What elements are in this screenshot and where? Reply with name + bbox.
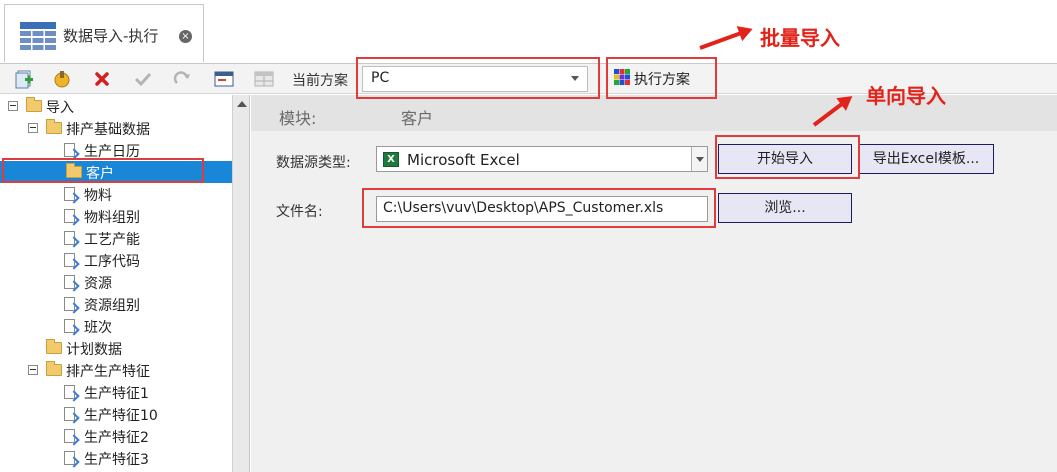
browse-button[interactable]: 浏览... bbox=[718, 193, 852, 223]
main-panel: 模块: 客户 数据源类型: X Microsoft Excel 开始导入 导出E… bbox=[251, 95, 1057, 472]
tree-item-label: 生产特征10 bbox=[84, 408, 158, 424]
tree-item[interactable]: 计划数据 bbox=[0, 337, 232, 359]
start-import-button[interactable]: 开始导入 bbox=[718, 144, 852, 174]
tree-item[interactable]: 物料 bbox=[0, 183, 232, 205]
delete-icon[interactable] bbox=[90, 67, 114, 91]
module-label: 模块: bbox=[279, 109, 317, 128]
color-grid-icon bbox=[614, 69, 630, 89]
tree-item[interactable]: 客户 bbox=[0, 161, 232, 183]
tree-item-label: 生产日历 bbox=[84, 144, 140, 160]
document-icon bbox=[64, 451, 75, 465]
tree-item[interactable]: 排产基础数据 bbox=[0, 117, 232, 139]
document-icon bbox=[64, 187, 75, 201]
module-value: 客户 bbox=[401, 109, 434, 128]
scheme-label: 当前方案 bbox=[292, 73, 348, 89]
folder-icon bbox=[66, 163, 82, 178]
add-icon[interactable] bbox=[12, 67, 36, 91]
scheme-value: PC bbox=[371, 70, 390, 86]
tree-item[interactable]: 班次 bbox=[0, 315, 232, 337]
chevron-down-icon[interactable] bbox=[691, 147, 707, 171]
tree-item-label: 物料组别 bbox=[84, 210, 140, 226]
window-icon[interactable] bbox=[212, 67, 236, 91]
tree-item[interactable]: 生产特征10 bbox=[0, 403, 232, 425]
tab-title: 数据导入-执行 bbox=[63, 27, 159, 45]
tree-item-label: 工序代码 bbox=[84, 254, 140, 270]
file-name-label: 文件名: bbox=[276, 204, 323, 220]
tree-item[interactable]: 导入 bbox=[0, 95, 232, 117]
folder-icon bbox=[46, 119, 62, 134]
document-icon bbox=[64, 253, 75, 267]
collapse-toggle-icon[interactable] bbox=[28, 123, 38, 133]
scroll-up-icon[interactable] bbox=[237, 101, 247, 107]
document-icon bbox=[64, 231, 75, 245]
tab-data-import[interactable]: 数据导入-执行 × bbox=[4, 4, 204, 62]
tree-item[interactable]: 物料组别 bbox=[0, 205, 232, 227]
document-icon bbox=[64, 297, 75, 311]
folder-icon bbox=[46, 339, 62, 354]
tree-item-label: 客户 bbox=[86, 166, 114, 182]
tree-item-label: 生产特征1 bbox=[84, 386, 149, 402]
tree-item-label: 工艺产能 bbox=[84, 232, 140, 248]
excel-icon: X bbox=[383, 152, 399, 167]
check-icon[interactable] bbox=[131, 67, 155, 91]
close-icon[interactable]: × bbox=[179, 30, 192, 43]
export-template-button[interactable]: 导出Excel模板... bbox=[858, 144, 994, 174]
collapse-toggle-icon[interactable] bbox=[28, 365, 38, 375]
scheme-select[interactable]: PC bbox=[362, 66, 588, 92]
tree-item-label: 排产基础数据 bbox=[66, 122, 150, 138]
edit-icon[interactable] bbox=[50, 67, 74, 91]
tab-bar: 数据导入-执行 × bbox=[0, 0, 1057, 64]
grid-table-icon bbox=[19, 21, 57, 51]
document-icon bbox=[64, 209, 75, 223]
source-type-value: Microsoft Excel bbox=[407, 151, 520, 169]
folder-icon bbox=[46, 361, 62, 376]
file-path-input[interactable]: C:\Users\vuv\Desktop\APS_Customer.xls bbox=[376, 196, 708, 222]
tree-item-label: 物料 bbox=[84, 188, 112, 204]
annotation-single-import: 单向导入 bbox=[866, 84, 946, 108]
tree-item-label: 计划数据 bbox=[66, 342, 122, 358]
annotation-batch-import: 批量导入 bbox=[760, 26, 840, 50]
tree-item[interactable]: 资源 bbox=[0, 271, 232, 293]
tree-item-label: 班次 bbox=[84, 320, 112, 336]
document-icon bbox=[64, 319, 75, 333]
tree-item-label: 资源组别 bbox=[84, 298, 140, 314]
tree-item[interactable]: 排产生产特征 bbox=[0, 359, 232, 381]
tree-item[interactable]: 生产特征3 bbox=[0, 447, 232, 469]
tree-item[interactable]: 生产日历 bbox=[0, 139, 232, 161]
collapse-toggle-icon[interactable] bbox=[8, 101, 18, 111]
tree-item[interactable]: 资源组别 bbox=[0, 293, 232, 315]
source-type-label: 数据源类型: bbox=[276, 155, 351, 171]
tree-item-label: 生产特征3 bbox=[84, 452, 149, 468]
folder-icon bbox=[26, 97, 42, 112]
tree-item-label: 资源 bbox=[84, 276, 112, 292]
tree-item-label: 生产特征2 bbox=[84, 430, 149, 446]
document-icon bbox=[64, 385, 75, 399]
module-tree: 导入排产基础数据生产日历客户物料物料组别工艺产能工序代码资源资源组别班次计划数据… bbox=[0, 95, 250, 472]
tree-item[interactable]: 工序代码 bbox=[0, 249, 232, 271]
chevron-down-icon bbox=[571, 76, 579, 81]
tree-item[interactable]: 生产特征1 bbox=[0, 381, 232, 403]
table-icon[interactable] bbox=[252, 67, 276, 91]
tree-scrollbar[interactable] bbox=[232, 95, 249, 472]
source-type-select[interactable]: X Microsoft Excel bbox=[376, 146, 708, 172]
tree-item-label: 排产生产特征 bbox=[66, 364, 150, 380]
document-icon bbox=[64, 275, 75, 289]
document-icon bbox=[64, 429, 75, 443]
tree-item-label: 导入 bbox=[46, 100, 74, 116]
execute-scheme-label: 执行方案 bbox=[634, 72, 690, 88]
tree-item[interactable]: 生产特征2 bbox=[0, 425, 232, 447]
document-icon bbox=[64, 143, 75, 157]
execute-scheme-button[interactable]: 执行方案 bbox=[610, 66, 694, 92]
redo-icon[interactable] bbox=[170, 67, 194, 91]
tree-item[interactable]: 工艺产能 bbox=[0, 227, 232, 249]
document-icon bbox=[64, 407, 75, 421]
